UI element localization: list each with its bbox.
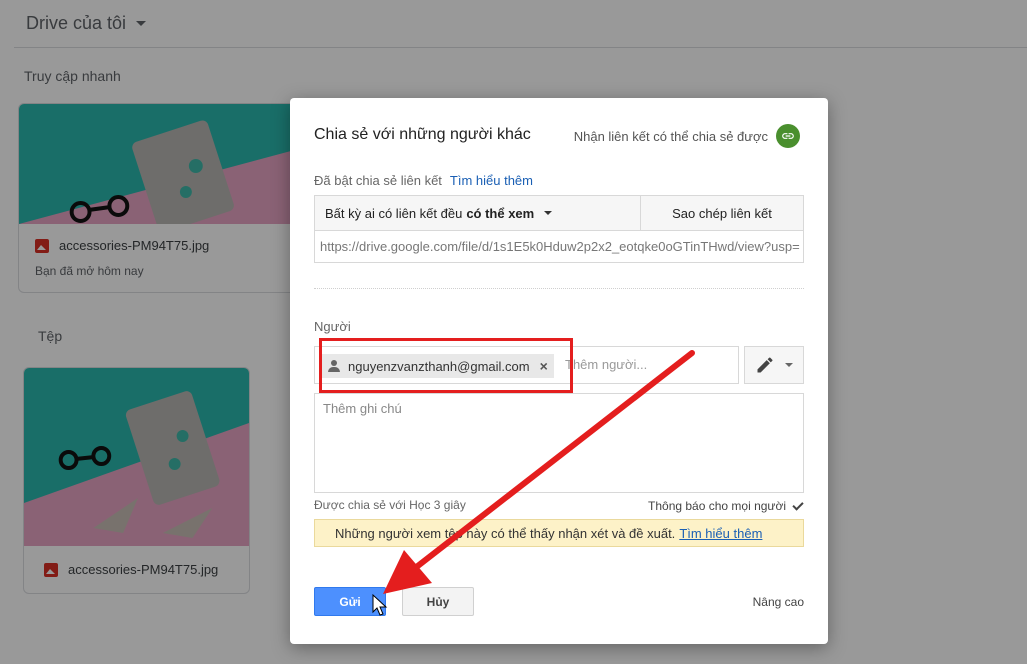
access-level: có thể xem xyxy=(466,205,535,221)
learn-more-link[interactable]: Tìm hiểu thêm xyxy=(450,173,533,188)
link-sharing-on-label: Đã bật chia sẻ liên kết xyxy=(314,173,442,188)
permission-dropdown-button[interactable] xyxy=(744,346,804,384)
notify-people-option[interactable]: Thông báo cho mọi người xyxy=(648,499,804,513)
cancel-button[interactable]: Hủy xyxy=(402,587,474,616)
dialog-title: Chia sẻ với những người khác xyxy=(314,126,531,143)
add-note-textarea[interactable]: Thêm ghi chú xyxy=(314,393,804,493)
pencil-icon xyxy=(757,357,773,373)
get-shareable-link[interactable]: Nhận liên kết có thể chia sẻ được xyxy=(574,124,800,148)
red-highlight-box xyxy=(319,338,573,393)
share-dialog: Chia sẻ với những người khác Nhận liên k… xyxy=(290,98,828,644)
link-icon[interactable] xyxy=(776,124,800,148)
warning-learn-more-link[interactable]: Tìm hiểu thêm xyxy=(679,526,762,541)
caret-down-icon xyxy=(544,211,553,215)
link-access-dropdown[interactable]: Bất kỳ ai có liên kết đều có thể xem xyxy=(315,196,641,230)
people-label: Người xyxy=(314,319,351,334)
advanced-link[interactable]: Nâng cao xyxy=(753,595,804,609)
copy-link-button[interactable]: Sao chép liên kết xyxy=(641,196,803,230)
send-button[interactable]: Gửi xyxy=(314,587,386,616)
notify-checkbox[interactable] xyxy=(792,500,804,512)
shared-with-text: Được chia sẻ với Học 3 giây xyxy=(314,498,466,512)
link-url-field[interactable]: https://drive.google.com/file/d/1s1E5k0H… xyxy=(314,231,804,263)
notify-label: Thông báo cho mọi người xyxy=(648,499,786,513)
warning-text: Những người xem tệp này có thể thấy nhận… xyxy=(335,526,676,541)
access-prefix: Bất kỳ ai có liên kết đều xyxy=(325,205,463,221)
link-access-row: Bất kỳ ai có liên kết đều có thể xem Sao… xyxy=(314,195,804,231)
link-sharing-status: Đã bật chia sẻ liên kết Tìm hiểu thêm xyxy=(314,173,533,188)
comments-warning-banner: Những người xem tệp này có thể thấy nhận… xyxy=(314,519,804,547)
section-divider xyxy=(314,288,804,289)
add-people-input[interactable]: Thêm người... xyxy=(565,357,647,372)
caret-down-icon xyxy=(785,363,793,367)
get-link-label[interactable]: Nhận liên kết có thể chia sẻ được xyxy=(574,129,768,144)
